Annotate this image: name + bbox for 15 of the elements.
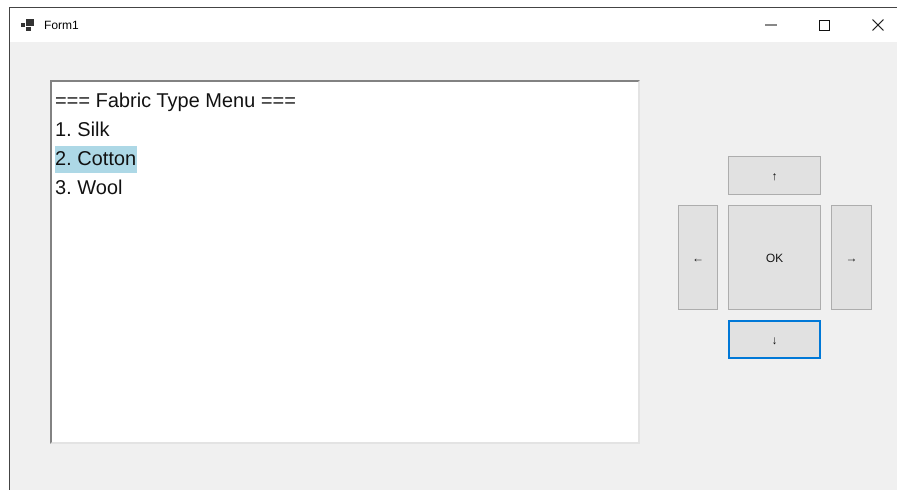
left-button[interactable]: ← <box>678 205 718 310</box>
up-button[interactable]: ↑ <box>728 156 821 195</box>
close-icon[interactable] <box>872 19 884 31</box>
down-button[interactable]: ↓ <box>728 320 821 359</box>
ok-button[interactable]: OK <box>728 205 821 310</box>
list-item[interactable]: 2. Cotton <box>55 146 138 173</box>
minimize-icon[interactable] <box>765 24 777 26</box>
maximize-icon[interactable] <box>819 20 830 30</box>
app-icon <box>21 19 35 31</box>
right-button[interactable]: → <box>831 205 872 310</box>
list-item[interactable]: === Fabric Type Menu === <box>55 88 297 115</box>
list-item[interactable]: 1. Silk <box>55 117 110 144</box>
window-title: Form1 <box>44 18 79 32</box>
list-item[interactable]: 3. Wool <box>55 175 124 202</box>
list-box[interactable]: === Fabric Type Menu === 1. Silk 2. Cotton 3. Wool <box>50 80 640 444</box>
